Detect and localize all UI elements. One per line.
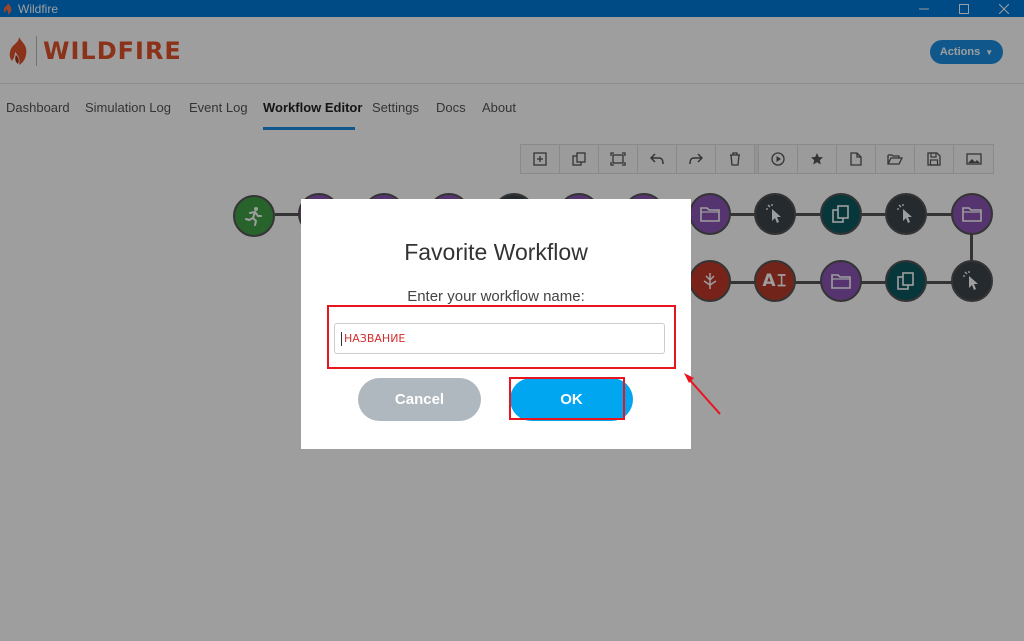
annotation-arrow-icon (684, 373, 721, 415)
cancel-button[interactable]: Cancel (358, 378, 481, 421)
dialog-label: Enter your workflow name: (407, 288, 585, 305)
annotation-highlight-ok (509, 377, 625, 420)
annotation-highlight-input (327, 305, 676, 369)
dialog-title: Favorite Workflow (404, 239, 588, 265)
